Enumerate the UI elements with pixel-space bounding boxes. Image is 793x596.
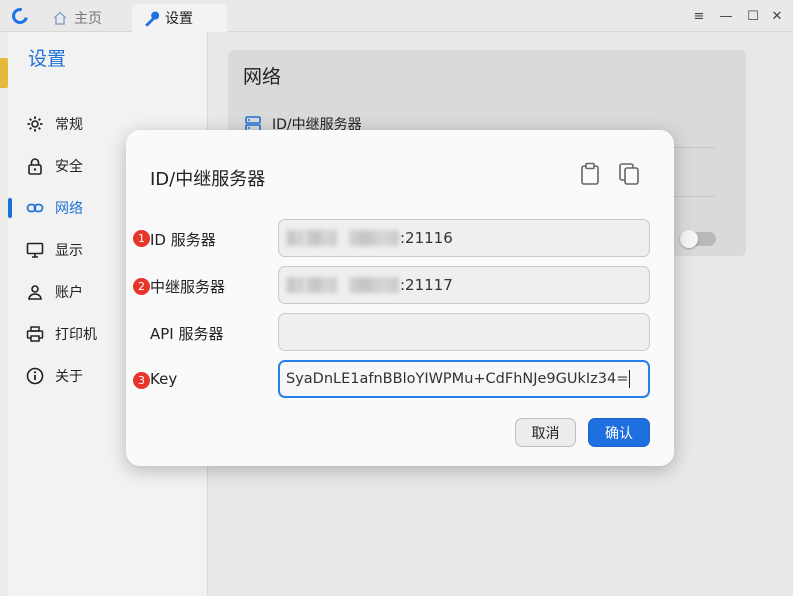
annotation-badge-2: 2 [133, 278, 150, 295]
sidebar-item-label: 安全 [55, 159, 83, 175]
link-icon [25, 198, 45, 218]
tab-home-label: 主页 [74, 11, 102, 27]
tab-home[interactable]: 主页 [42, 4, 132, 32]
printer-icon [25, 324, 45, 344]
text-cursor [629, 370, 631, 388]
redacted-text [349, 277, 399, 293]
redacted-text [286, 230, 304, 246]
relay-server-input[interactable]: :21117 [278, 266, 650, 304]
title-bar: 主页 设置 ≡ — ☐ ✕ [0, 0, 793, 32]
cancel-button[interactable]: 取消 [515, 418, 576, 447]
sidebar-item-label: 常规 [55, 117, 83, 133]
id-server-value: :21116 [400, 229, 453, 247]
dialog-title: ID/中继服务器 [150, 169, 266, 190]
tab-settings-label: 设置 [165, 11, 193, 27]
annotation-badge-3: 3 [133, 372, 150, 389]
maximize-button[interactable]: ☐ [740, 0, 766, 32]
key-value: SyaDnLE1afnBBloYIWPMu+CdFhNJe9GUkIz34= [286, 371, 629, 387]
home-icon [52, 10, 68, 26]
id-relay-server-dialog: ID/中继服务器 1 ID 服务器 :21116 2 中继服务器 :21117 … [126, 130, 674, 466]
sidebar-item-label: 显示 [55, 243, 83, 259]
person-icon [25, 282, 45, 302]
redacted-text [286, 277, 304, 293]
sidebar-item-label: 网络 [55, 201, 83, 217]
menu-button[interactable]: ≡ [686, 0, 712, 32]
close-button[interactable]: ✕ [764, 0, 790, 32]
redacted-text [305, 277, 337, 293]
lock-icon [25, 156, 45, 176]
sidebar-title: 设置 [28, 48, 67, 70]
confirm-button[interactable]: 确认 [588, 418, 650, 447]
app-logo-icon [9, 5, 31, 27]
wrench-icon [142, 10, 159, 27]
key-input[interactable]: SyaDnLE1afnBBloYIWPMu+CdFhNJe9GUkIz34= [278, 360, 650, 398]
copy-icon[interactable] [617, 161, 641, 187]
relay-server-label: 中继服务器 [150, 278, 226, 296]
gear-icon [25, 114, 45, 134]
id-server-label: ID 服务器 [150, 231, 216, 249]
toggle-switch[interactable] [680, 230, 716, 248]
sidebar-item-label: 关于 [55, 369, 83, 385]
id-server-input[interactable]: :21116 [278, 219, 650, 257]
tab-settings[interactable]: 设置 [132, 4, 227, 32]
api-server-label: API 服务器 [150, 325, 224, 343]
desktop-folder-icon [0, 58, 8, 88]
info-icon [25, 366, 45, 386]
annotation-badge-1: 1 [133, 230, 150, 247]
minimize-button[interactable]: — [713, 0, 739, 32]
api-server-input[interactable] [278, 313, 650, 351]
sidebar-item-label: 账户 [55, 285, 83, 301]
monitor-icon [25, 240, 45, 260]
relay-server-value: :21117 [400, 276, 453, 294]
clipboard-paste-icon[interactable] [578, 161, 602, 187]
redacted-text [349, 230, 399, 246]
network-title: 网络 [243, 66, 282, 88]
redacted-text [305, 230, 337, 246]
sidebar-item-label: 打印机 [55, 327, 97, 343]
key-label: Key [150, 370, 178, 388]
